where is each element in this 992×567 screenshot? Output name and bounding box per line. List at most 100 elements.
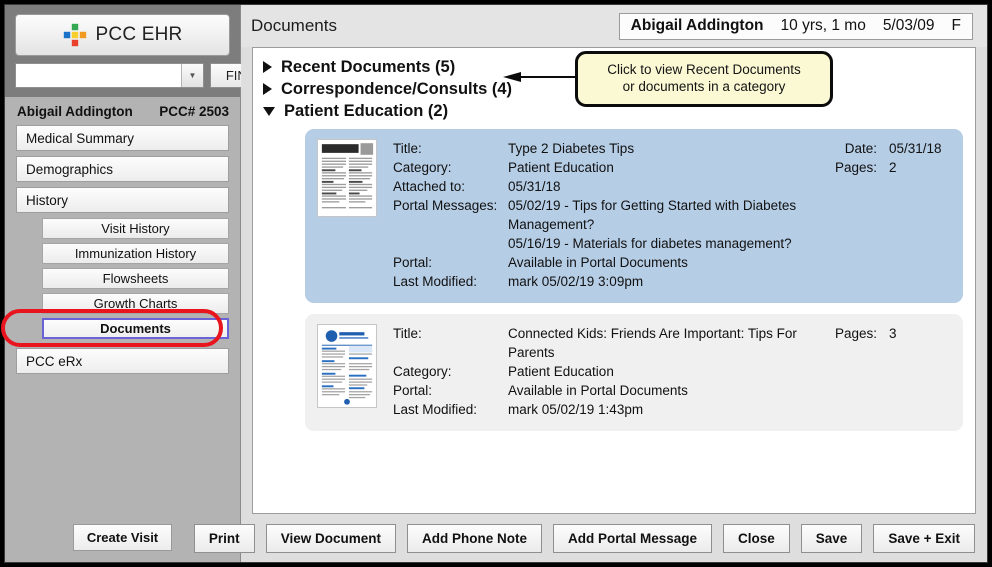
sidebar-patient-id: PCC# 2503: [159, 104, 229, 119]
field-value: 3: [889, 326, 897, 341]
field-label: Pages:: [834, 326, 877, 341]
field-portal-messages-continued: Portal Messages: 05/16/19 - Materials fo…: [393, 234, 799, 253]
field-label: Portal:: [393, 383, 433, 398]
app-logo-button[interactable]: PCC EHR: [15, 14, 230, 56]
add-phone-note-button[interactable]: Add Phone Note: [406, 523, 542, 553]
document-fields-right: Pages: 3: [799, 324, 949, 419]
top-bar: Documents Abigail Addington 10 yrs, 1 mo…: [241, 5, 987, 47]
close-button[interactable]: Close: [723, 523, 790, 553]
field-value: 05/02/19 - Tips for Getting Started with…: [508, 198, 797, 232]
callout-line-1: Click to view Recent Documents: [607, 62, 801, 77]
footer-button-bar: Print View Document Add Phone Note Add P…: [193, 514, 987, 562]
sidebar-item-immunization-history[interactable]: Immunization History: [42, 243, 229, 264]
field-label: Last Modified:: [393, 274, 478, 289]
field-value: mark 05/02/19 3:09pm: [508, 274, 644, 289]
field-label: Category:: [393, 364, 452, 379]
field-value: mark 05/02/19 1:43pm: [508, 402, 644, 417]
save-and-exit-button[interactable]: Save + Exit: [873, 523, 975, 553]
field-label: Title:: [393, 141, 422, 156]
field-value: 05/31/18: [508, 179, 561, 194]
triangle-right-icon[interactable]: [263, 83, 272, 95]
document-fields-right: Date: 05/31/18 Pages: 2: [799, 139, 949, 291]
callout-line-2: or documents in a category: [622, 79, 786, 95]
document-page-thumbnail-icon[interactable]: [317, 139, 377, 217]
field-value: 05/16/19 - Materials for diabetes manage…: [508, 236, 792, 251]
page-title: Documents: [251, 16, 337, 35]
field-title: Title: Connected Kids: Friends Are Impor…: [393, 324, 799, 362]
field-date: Date: 05/31/18: [799, 139, 949, 158]
banner-patient-name: Abigail Addington: [630, 17, 764, 34]
view-document-button[interactable]: View Document: [265, 523, 396, 553]
sidebar-patient-line: Abigail Addington PCC# 2503: [5, 97, 240, 125]
content-area: Documents Abigail Addington 10 yrs, 1 mo…: [193, 5, 987, 562]
field-category: Category: Patient Education: [393, 158, 799, 177]
field-value: Patient Education: [508, 364, 614, 379]
documents-panel: Click to view Recent Documents or docume…: [252, 47, 976, 514]
sidebar-item-documents-wrapper: Documents: [1, 309, 229, 347]
sidebar-item-visit-history[interactable]: Visit History: [42, 218, 229, 239]
document-fields: Title: Type 2 Diabetes Tips Category: Pa…: [393, 139, 949, 291]
banner-patient-sex: F: [951, 17, 961, 34]
field-label: Title:: [393, 326, 422, 341]
sidebar-item-medical-summary[interactable]: Medical Summary: [16, 125, 229, 151]
app-name-label: PCC EHR: [95, 24, 183, 45]
field-label: Category:: [393, 160, 452, 175]
field-value: Type 2 Diabetes Tips: [508, 141, 635, 156]
field-portal: Portal: Available in Portal Documents: [393, 253, 799, 272]
brand-bar: PCC EHR ▼ FIND: [5, 5, 272, 97]
field-label: Portal:: [393, 255, 433, 270]
field-label: Attached to:: [393, 179, 466, 194]
field-attached-to: Attached to: 05/31/18: [393, 177, 799, 196]
document-row[interactable]: Title: Connected Kids: Friends Are Impor…: [305, 314, 963, 431]
accordion-label: Correspondence/Consults (4): [281, 79, 513, 98]
field-pages: Pages: 2: [799, 158, 949, 177]
field-portal-messages: Portal Messages: 05/02/19 - Tips for Get…: [393, 196, 799, 234]
patient-search-row: ▼ FIND: [15, 63, 272, 88]
banner-patient-dob: 5/03/09: [882, 17, 935, 34]
sidebar-item-growth-charts[interactable]: Growth Charts: [42, 293, 229, 314]
print-button[interactable]: Print: [193, 523, 255, 553]
thumbnail-art: [318, 325, 376, 407]
create-visit-button[interactable]: Create Visit: [72, 524, 173, 551]
field-category: Category: Patient Education: [393, 362, 799, 381]
field-value: Connected Kids: Friends Are Important: T…: [508, 326, 797, 360]
field-label: Date:: [844, 141, 877, 156]
field-portal: Portal: Available in Portal Documents: [393, 381, 799, 400]
accordion-label: Patient Education (2): [284, 101, 449, 120]
thumbnail-art: [318, 140, 376, 216]
callout-tooltip: Click to view Recent Documents or docume…: [575, 51, 833, 107]
document-row[interactable]: Title: Type 2 Diabetes Tips Category: Pa…: [305, 129, 963, 303]
triangle-right-icon[interactable]: [263, 61, 272, 73]
field-pages: Pages: 3: [799, 324, 949, 343]
field-label: Portal Messages:: [393, 198, 498, 213]
field-last-modified: Last Modified: mark 05/02/19 3:09pm: [393, 272, 799, 291]
document-list: Title: Type 2 Diabetes Tips Category: Pa…: [253, 122, 975, 431]
accordion-label: Recent Documents (5): [281, 57, 456, 76]
banner-patient-age: 10 yrs, 1 mo: [780, 17, 866, 34]
document-page-thumbnail-icon[interactable]: [317, 324, 377, 408]
document-fields-left: Title: Type 2 Diabetes Tips Category: Pa…: [393, 139, 799, 291]
field-value: Available in Portal Documents: [508, 255, 688, 270]
field-value: Patient Education: [508, 160, 614, 175]
add-portal-message-button[interactable]: Add Portal Message: [552, 523, 713, 553]
patient-search-combo[interactable]: ▼: [15, 63, 204, 88]
field-title: Title: Type 2 Diabetes Tips: [393, 139, 799, 158]
sidebar-item-flowsheets[interactable]: Flowsheets: [42, 268, 229, 289]
chevron-down-icon[interactable]: ▼: [181, 64, 203, 87]
search-input[interactable]: [16, 64, 181, 87]
triangle-down-icon[interactable]: [263, 106, 275, 116]
sidebar-item-pcc-erx[interactable]: PCC eRx: [16, 348, 229, 374]
sidebar: PCC EHR ▼ FIND Abigail Addington PCC# 25…: [1, 5, 272, 562]
sidebar-patient-name: Abigail Addington: [17, 104, 133, 119]
sidebar-item-history[interactable]: History: [16, 187, 229, 213]
field-value: 2: [889, 160, 897, 175]
document-fields: Title: Connected Kids: Friends Are Impor…: [393, 324, 949, 419]
sidebar-item-demographics[interactable]: Demographics: [16, 156, 229, 182]
sidebar-item-documents[interactable]: Documents: [42, 318, 229, 339]
patient-banner[interactable]: Abigail Addington 10 yrs, 1 mo 5/03/09 F: [618, 12, 973, 40]
document-fields-left: Title: Connected Kids: Friends Are Impor…: [393, 324, 799, 419]
pcc-plus-logo-icon: [63, 23, 86, 47]
save-button[interactable]: Save: [800, 523, 863, 553]
field-value: 05/31/18: [889, 141, 942, 156]
